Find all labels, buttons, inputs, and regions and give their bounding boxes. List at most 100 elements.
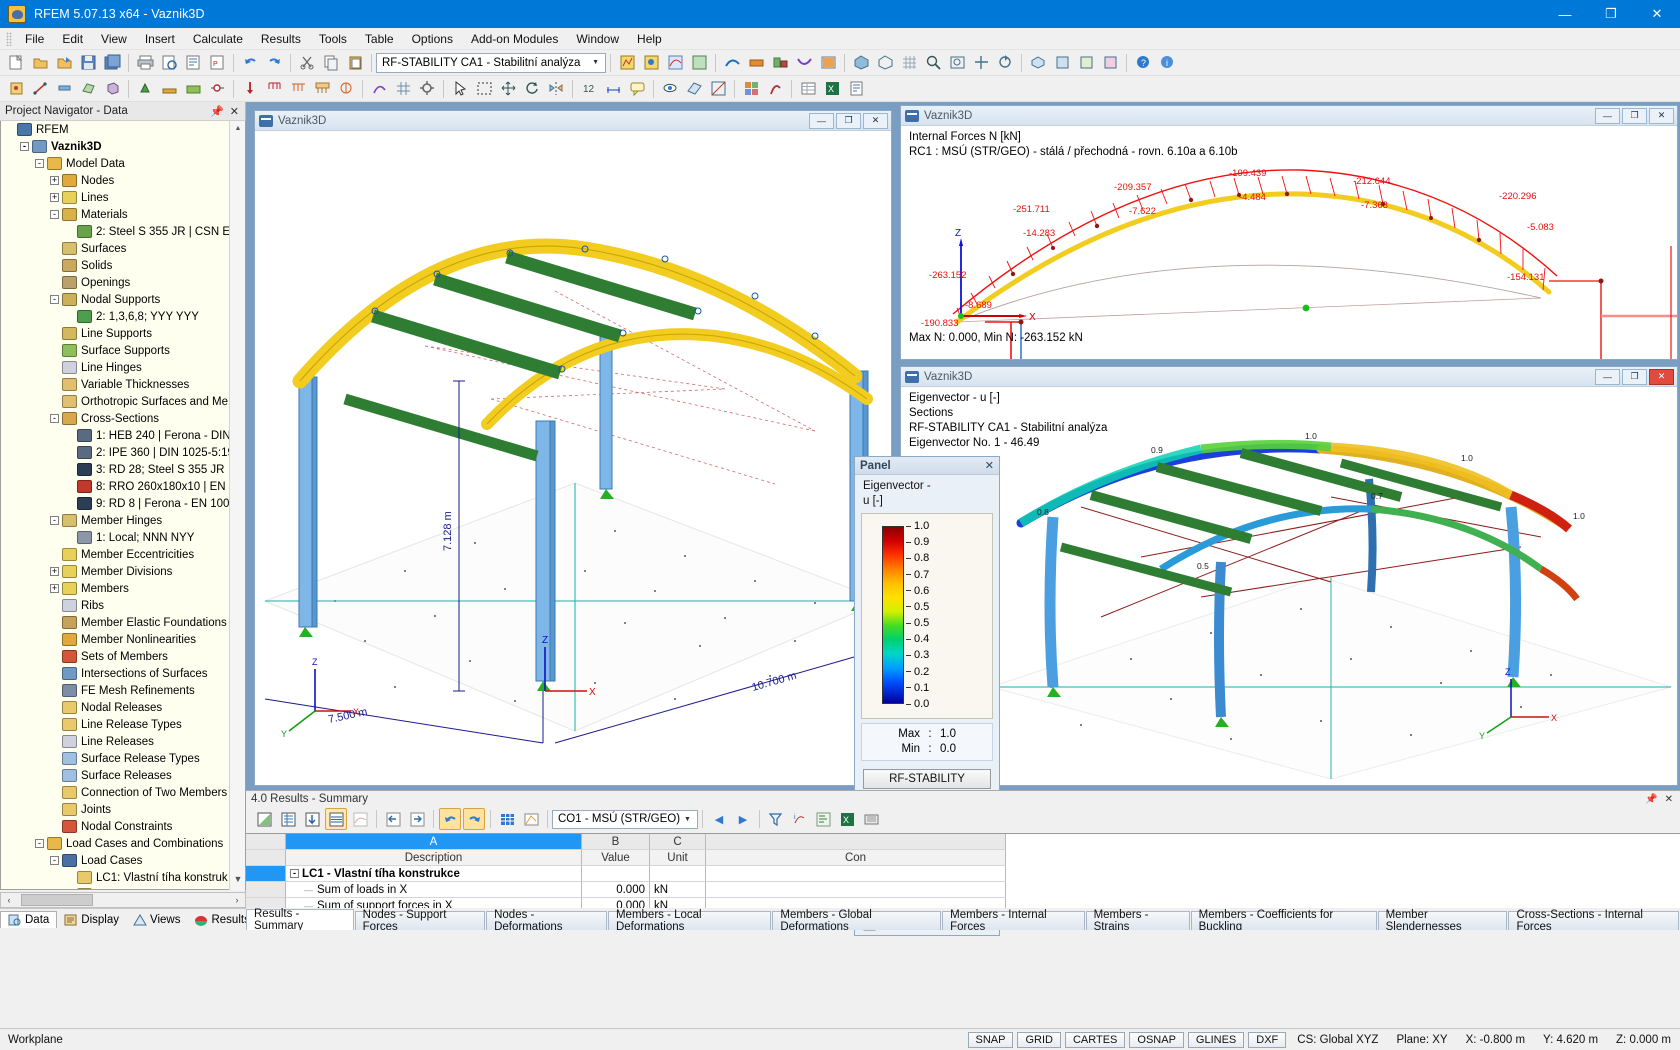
tree-item-line-release-types[interactable]: Line Release Types [1,716,245,733]
help-icon[interactable]: ? [1132,52,1154,74]
mirror-icon[interactable] [545,78,567,100]
table-grid-icon[interactable] [496,808,518,830]
export-pdf-icon[interactable]: P [206,52,228,74]
forces-minimize-button[interactable]: — [1595,107,1620,124]
cut-icon[interactable] [296,52,318,74]
tree-item-1-local-nnn-nyy[interactable]: 1: Local; NNN NYY [1,529,245,546]
visibility-icon[interactable] [659,78,681,100]
results-tab-members-coefficients-for-buckling[interactable]: Members - Coefficients for Buckling [1190,909,1377,930]
forces-close-button[interactable]: ✕ [1649,107,1674,124]
paste-icon[interactable] [344,52,366,74]
status-chip-grid[interactable]: GRID [1017,1031,1061,1048]
tree-item-cross-sections[interactable]: - Cross-Sections [1,410,245,427]
grid-cell[interactable]: — Sum of loads in X [286,882,582,898]
model-maximize-button[interactable]: ❐ [836,112,861,129]
tree-item-surfaces[interactable]: Surfaces [1,240,245,257]
tree-item-9-rd-8-ferona-en-10060[interactable]: 9: RD 8 | Ferona - EN 10060 [1,495,245,512]
scroll-up-arrow[interactable]: ▲ [230,121,246,137]
tree-vertical-scrollbar[interactable]: ▲ ▼ [229,121,245,890]
tree-horizontal-scrollbar[interactable]: ‹ › [0,892,246,908]
select-window-icon[interactable] [473,78,495,100]
menu-help[interactable]: Help [628,30,671,48]
close-icon[interactable]: ✕ [1665,794,1673,805]
render-icon[interactable] [850,52,872,74]
model-3d-viewport[interactable]: 7.128 m 7.500 m 10.700 m Z X Y Z X [255,131,891,785]
calculate-all-icon[interactable] [640,52,662,74]
table-row[interactable]: - LC1 - Vlastní tíha konstrukce [246,866,1680,882]
menu-window[interactable]: Window [567,30,628,48]
results-tab-nodes-support-forces[interactable]: Nodes - Support Forces [354,909,486,930]
axial-force-icon[interactable] [745,52,767,74]
close-icon[interactable]: ✕ [230,105,239,118]
grid-cell[interactable] [650,866,706,882]
grid-corner-cell[interactable] [246,834,286,850]
menu-results[interactable]: Results [252,30,310,48]
eigen-3d-canvas[interactable]: 0.8 0.9 1.0 1.0 1.0 0.5 0.7 Z X Y [901,387,1677,785]
tree-item-1-heb-240-ferona-din[interactable]: 1: HEB 240 | Ferona - DIN [1,427,245,444]
view-yz-icon[interactable] [1099,52,1121,74]
tree-item-load-cases-and-combinations[interactable]: - Load Cases and Combinations [1,835,245,852]
pan-icon[interactable] [970,52,992,74]
table-row[interactable]: — Sum of loads in X 0.000 kN [246,882,1680,898]
tree-item-nodal-constraints[interactable]: Nodal Constraints [1,818,245,835]
color-legend[interactable]: 1.0 0.9 0.8 0.7 0.6 0.5 0.5 0.4 0.3 0.2 0.1 0.0 [861,513,993,719]
forces-diagram-canvas[interactable]: Z X -251.711 -14.283 -209.357 -7.622 -19… [901,126,1677,359]
results-tab-members-internal-forces[interactable]: Members - Internal Forces [942,909,1085,930]
stress-icon[interactable] [817,52,839,74]
tree-item-vaznik3d[interactable]: - Vaznik3D [1,138,245,155]
table-first-row-icon[interactable] [277,808,299,830]
line-load-icon[interactable] [287,78,309,100]
save-all-icon[interactable] [101,52,123,74]
menu-file[interactable]: File [16,30,53,48]
table-graph-icon[interactable] [520,808,542,830]
eigen-minimize-button[interactable]: — [1595,368,1620,385]
eigen-maximize-button[interactable]: ❐ [1622,368,1647,385]
menu-addon-modules[interactable]: Add-on Modules [462,30,567,48]
moment-icon[interactable] [793,52,815,74]
nav-tab-views[interactable]: Views [126,912,187,928]
grid-cell[interactable]: - LC1 - Vlastní tíha konstrukce [286,866,582,882]
collapse-icon[interactable]: - [50,516,59,525]
results-tab-member-slendernesses[interactable]: Member Slendernesses [1377,909,1508,930]
member-hinge-icon[interactable] [206,78,228,100]
tree-item-rfem[interactable]: RFEM [1,121,245,138]
tree-item-2-1-3-6-8-yyy-yyy[interactable]: 2: 1,3,6,8; YYY YYY [1,308,245,325]
tree-item-member-eccentricities[interactable]: Member Eccentricities [1,546,245,563]
nodal-support-icon[interactable] [134,78,156,100]
tree-item-sets-of-members[interactable]: Sets of Members [1,648,245,665]
dimension-icon[interactable] [602,78,624,100]
panel-close-icon[interactable]: ✕ [985,459,994,472]
tree-item-nodal-supports[interactable]: - Nodal Supports [1,291,245,308]
tree-item-nodal-releases[interactable]: Nodal Releases [1,699,245,716]
tree-item-lines[interactable]: + Lines [1,189,245,206]
eigen-viewport[interactable]: Eigenvector - u [-] Sections RF-STABILIT… [901,387,1677,785]
grid-cell[interactable]: kN [650,882,706,898]
minimize-button[interactable]: — [1542,0,1588,28]
open-file-icon[interactable] [29,52,51,74]
numbering-icon[interactable]: 12 [578,78,600,100]
forces-viewport[interactable]: Internal Forces N [kN] RC1 : MSÚ (STR/GE… [901,126,1677,359]
open-recent-icon[interactable] [53,52,75,74]
save-icon[interactable] [77,52,99,74]
move-icon[interactable] [497,78,519,100]
tree-item-joints[interactable]: Joints [1,801,245,818]
row-index-cell[interactable] [246,866,286,882]
menu-calculate[interactable]: Calculate [184,30,252,48]
menu-insert[interactable]: Insert [136,30,184,48]
column-letter-B[interactable]: B [582,834,650,850]
tree-item-member-elastic-foundations[interactable]: Member Elastic Foundations [1,614,245,631]
expand-icon[interactable]: + [50,193,59,202]
collapse-icon[interactable]: - [50,295,59,304]
tree-item-solids[interactable]: Solids [1,257,245,274]
rotate-objects-icon[interactable] [521,78,543,100]
grid-icon[interactable] [898,52,920,74]
new-line-icon[interactable] [29,78,51,100]
mesh-settings-icon[interactable] [416,78,438,100]
new-solid-icon[interactable] [101,78,123,100]
generate-mesh-icon[interactable] [392,78,414,100]
results-combination-combo[interactable]: CO1 - MSÚ (STR/GEO) ▼ [552,809,698,829]
load-case-combo[interactable]: RF-STABILITY CA1 - Stabilitní analýza ▼ [376,52,606,73]
results-tab-cross-sections-internal-forces[interactable]: Cross-Sections - Internal Forces [1508,909,1679,930]
zoom-window-icon[interactable] [922,52,944,74]
status-chip-glines[interactable]: GLINES [1187,1031,1245,1048]
